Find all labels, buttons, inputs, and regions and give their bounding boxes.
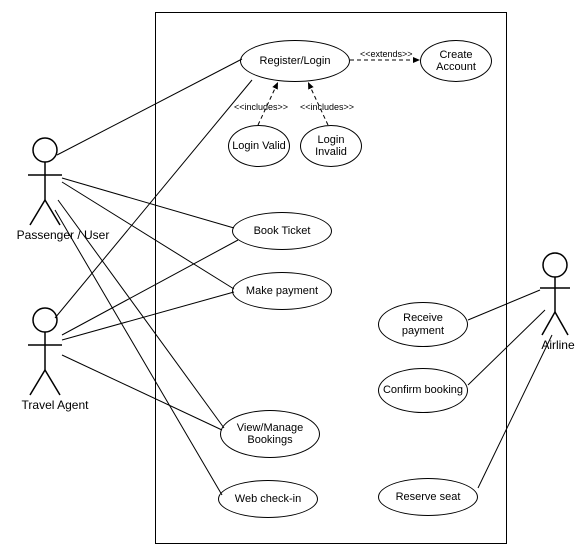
usecase-make-payment: Make payment [232, 272, 332, 310]
system-boundary [155, 12, 507, 544]
usecase-label: Web check-in [235, 493, 301, 505]
actor-travelagent-icon [28, 308, 62, 395]
rel-label-includes-2: <<includes>> [300, 102, 354, 112]
usecase-label: Reserve seat [396, 491, 461, 503]
usecase-label: Make payment [246, 285, 318, 297]
usecase-confirm-booking: Confirm booking [378, 368, 468, 413]
usecase-label: Login Invalid [303, 134, 359, 158]
usecase-label: Register/Login [260, 55, 331, 67]
rel-label-includes-1: <<includes>> [234, 102, 288, 112]
usecase-label: Receive payment [381, 312, 465, 336]
usecase-register-login: Register/Login [240, 40, 350, 82]
usecase-receive-payment: Receive payment [378, 302, 468, 347]
use-case-diagram: Register/Login Create Account Login Vali… [0, 0, 588, 552]
usecase-web-checkin: Web check-in [218, 480, 318, 518]
usecase-view-manage-bookings: View/Manage Bookings [220, 410, 320, 458]
actor-airline-icon [540, 253, 570, 335]
actor-airline-label: Airline [528, 338, 588, 352]
actor-passenger-label: Passenger / User [8, 228, 118, 242]
usecase-label: Confirm booking [383, 384, 463, 396]
usecase-create-account: Create Account [420, 40, 492, 82]
rel-label-extends: <<extends>> [360, 49, 413, 59]
actor-passenger-icon [28, 138, 62, 225]
usecase-login-invalid: Login Invalid [300, 125, 362, 167]
usecase-label: View/Manage Bookings [223, 422, 317, 446]
actor-travelagent-label: Travel Agent [10, 398, 100, 412]
usecase-label: Login Valid [232, 140, 286, 152]
usecase-book-ticket: Book Ticket [232, 212, 332, 250]
usecase-reserve-seat: Reserve seat [378, 478, 478, 516]
usecase-login-valid: Login Valid [228, 125, 290, 167]
usecase-label: Book Ticket [254, 225, 311, 237]
usecase-label: Create Account [423, 49, 489, 73]
